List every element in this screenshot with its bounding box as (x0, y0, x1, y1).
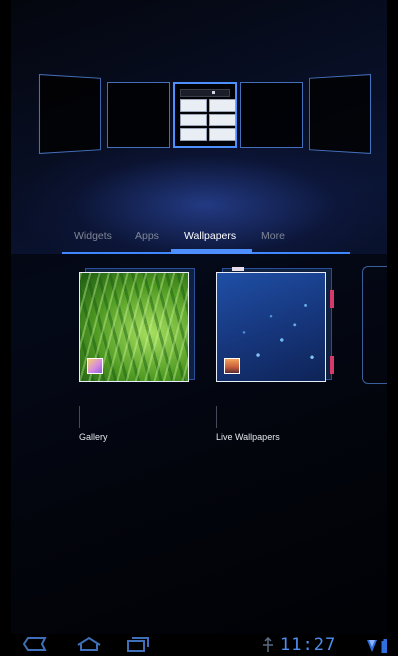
recent-apps-icon[interactable] (125, 636, 151, 656)
workspace-strip (0, 73, 398, 155)
workspace-preview-1[interactable] (38, 73, 101, 155)
system-navigation-bar: 11:27 (0, 634, 398, 656)
customize-tabs: Widgets Apps Wallpapers More (62, 226, 350, 254)
workspace-preview-5[interactable] (309, 73, 372, 155)
screen-bezel-left (0, 0, 11, 656)
tab-widgets[interactable]: Widgets (74, 230, 112, 242)
gallery-label: Gallery (79, 432, 108, 442)
tab-wallpapers[interactable]: Wallpapers (184, 230, 236, 242)
mini-widget-grid (180, 99, 236, 141)
workspace-preview-3-current[interactable] (173, 82, 237, 148)
back-icon[interactable] (22, 636, 48, 656)
screen-bezel-right (387, 0, 398, 656)
status-clock: 11:27 (280, 635, 337, 655)
tab-more[interactable]: More (261, 230, 285, 242)
mini-search-bar (180, 89, 230, 97)
live-wallpapers-icon (224, 358, 240, 374)
gallery-thumbnail (79, 268, 195, 384)
tab-apps[interactable]: Apps (135, 230, 159, 242)
home-icon[interactable] (76, 636, 102, 656)
wallpaper-picker: Gallery Live Wallpapers (0, 254, 398, 634)
gallery-icon (87, 358, 103, 374)
workspace-preview-2[interactable] (107, 82, 170, 148)
usb-icon (261, 636, 275, 656)
live-wallpapers-label: Live Wallpapers (216, 432, 280, 442)
signal-icon (366, 638, 378, 656)
home-screen-customize: Widgets Apps Wallpapers More Gallery Liv… (0, 0, 398, 656)
live-wallpapers-thumbnail (216, 267, 334, 384)
workspace-preview-4[interactable] (240, 82, 303, 148)
